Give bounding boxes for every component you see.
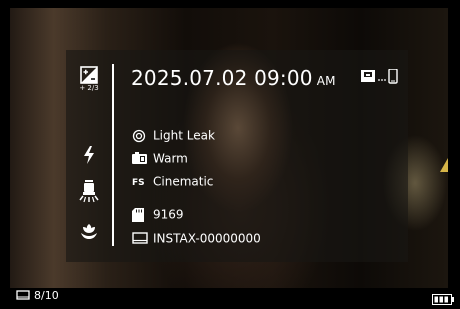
warning-sign	[440, 158, 448, 172]
vertical-divider	[112, 64, 114, 246]
left-icon-column: + 2/3	[66, 50, 112, 262]
frame-icon	[16, 289, 30, 304]
film-mode-tag: FS	[132, 177, 145, 188]
status-bar: 8/10	[0, 288, 460, 305]
exposure-compensation-icon[interactable]	[78, 66, 100, 84]
effect-row: Light Leak	[132, 127, 215, 143]
device-name: INSTAX-00000000	[153, 231, 261, 246]
shot-counter-text: 8/10	[34, 289, 59, 302]
date-text: 2025.07.02	[131, 66, 248, 90]
macro-icon[interactable]	[78, 222, 100, 246]
filter-row: Warm	[132, 150, 188, 166]
device-row: INSTAX-00000000	[132, 230, 261, 246]
ampm-text: AM	[316, 74, 336, 88]
time-text: 09:00	[254, 66, 313, 90]
film-mode-label: Cinematic	[153, 174, 214, 189]
flash-icon[interactable]	[78, 146, 100, 168]
date-time: 2025.07.02 09:00 AM	[131, 66, 336, 90]
device-icon	[132, 231, 148, 246]
memory-card-icon	[132, 207, 148, 222]
effect-label: Light Leak	[153, 128, 215, 143]
image-count: 9169	[153, 207, 184, 222]
effect-icon	[132, 129, 148, 143]
print-icon	[361, 70, 375, 82]
image-count-row: 9169	[132, 206, 184, 222]
filter-label: Warm	[153, 151, 188, 166]
print-destination[interactable]	[361, 68, 401, 85]
battery-icon	[432, 290, 454, 309]
phone-icon	[388, 68, 398, 84]
exposure-value: + 2/3	[79, 84, 99, 92]
film-mode-row: FS Cinematic	[132, 173, 213, 189]
filter-icon	[132, 151, 148, 166]
self-timer-icon[interactable]	[78, 180, 100, 208]
shot-counter: 8/10	[16, 288, 59, 304]
info-overlay-panel: + 2/3 2025.07.02 09:00 AM Light Leak War…	[66, 50, 408, 262]
